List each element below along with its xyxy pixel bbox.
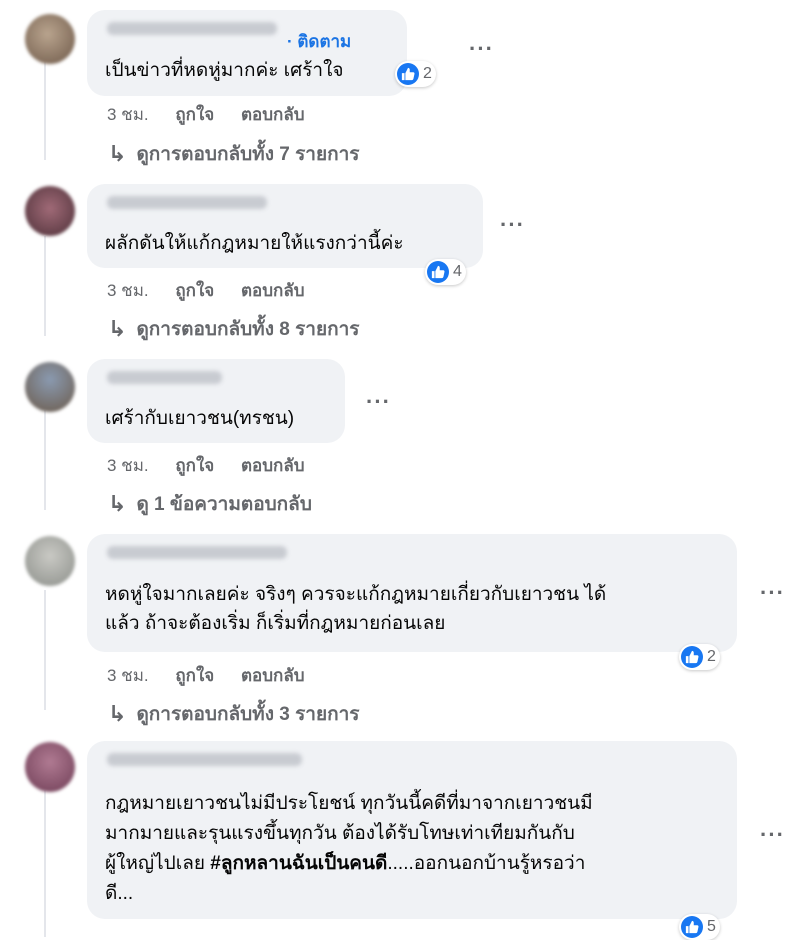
comment-text-line: หดหู่ใจมากเลยค่ะ จริงๆ ควรจะแก้กฎหมายเกี… [105,584,607,605]
author-name-blurred[interactable] [107,753,302,766]
thread-line [44,236,46,336]
reply-button[interactable]: ตอบกลับ [241,456,305,475]
comment-time[interactable]: 3 ชม. [107,105,149,124]
thread-line [44,590,46,710]
reply-arrow-icon: ↳ [108,141,127,166]
thread-line [44,410,46,510]
author-name-blurred[interactable] [107,546,287,559]
reaction-count: 2 [423,65,432,82]
comment-text: ผลักดันให้แก้กฎหมายให้แรงกว่านี้ค่ะ [105,233,404,254]
follow-link[interactable]: · ติดตาม [287,28,351,55]
avatar[interactable] [25,362,75,412]
view-replies-link[interactable]: ↳ ดูการตอบกลับทั้ง 3 รายการ [108,699,359,729]
comment-actions: 3 ชม. ถูกใจ ตอบกลับ [107,101,327,128]
reply-button[interactable]: ตอบกลับ [241,666,305,685]
like-button[interactable]: ถูกใจ [175,281,214,300]
reaction-count: 4 [453,263,462,280]
more-options-button[interactable]: ··· [500,212,525,238]
comment-text-line: มากมายและรุนแรงขึ้นทุกวัน ต้องได้รับโทษเ… [105,823,575,844]
thread-line [44,790,46,937]
like-button[interactable]: ถูกใจ [175,105,214,124]
author-name-blurred[interactable] [107,371,222,384]
comment-actions: 3 ชม. ถูกใจ ตอบกลับ [107,662,327,689]
view-replies-label: ดูการตอบกลับทั้ง 8 รายการ [136,319,360,340]
comment-time[interactable]: 3 ชม. [107,666,149,685]
avatar[interactable] [25,536,75,586]
reaction-badge[interactable]: 5 [679,914,720,940]
comment-text-part: .....ออกนอกบ้านรู้หรอว่า [387,853,586,874]
more-options-button[interactable]: ··· [760,822,785,848]
reply-arrow-icon: ↳ [108,316,127,341]
like-icon [681,646,703,668]
comment-text-line: ผู้ใหญ่ไปเลย #ลูกหลานฉันเป็นคนดี.....ออก… [105,850,585,877]
view-replies-link[interactable]: ↳ ดูการตอบกลับทั้ง 7 รายการ [108,139,359,169]
like-button[interactable]: ถูกใจ [175,666,214,685]
avatar[interactable] [25,14,75,64]
comment-actions: 3 ชม. ถูกใจ ตอบกลับ [107,452,327,479]
comment-bubble: ผลักดันให้แก้กฎหมายให้แรงกว่านี้ค่ะ [87,184,483,268]
reply-button[interactable]: ตอบกลับ [241,281,305,300]
like-icon [681,916,703,938]
reply-button[interactable]: ตอบกลับ [241,105,305,124]
reaction-count: 2 [707,648,716,665]
comment-bubble: หดหู่ใจมากเลยค่ะ จริงๆ ควรจะแก้กฎหมายเกี… [87,534,737,652]
avatar[interactable] [25,742,75,792]
more-options-button[interactable]: ··· [366,389,391,415]
comment-time[interactable]: 3 ชม. [107,281,149,300]
comment-time[interactable]: 3 ชม. [107,456,149,475]
comment-text: เศร้ากับเยาวชน(ทรชน) [105,408,295,429]
comment-text-part: ผู้ใหญ่ไปเลย [105,853,211,874]
more-options-button[interactable]: ··· [469,36,494,62]
comment-text-line: ดี... [105,883,134,904]
like-icon [427,261,449,283]
reply-arrow-icon: ↳ [108,491,127,516]
like-icon [397,63,419,85]
author-name-blurred[interactable] [107,196,267,209]
comment-text-line: แล้ว ถ้าจะต้องเริ่ม ก็เริ่มที่กฎหมายก่อน… [105,613,446,634]
view-replies-link[interactable]: ↳ ดู 1 ข้อความตอบกลับ [108,489,312,519]
comment-bubble: กฎหมายเยาวชนไม่มีประโยชน์ ทุกวันนี้คดีที… [87,741,737,919]
comment-text: เป็นข่าวที่หดหู่มากค่ะ เศร้าใจ [105,60,344,81]
thread-line [44,60,46,160]
reply-arrow-icon: ↳ [108,701,127,726]
avatar[interactable] [25,186,75,236]
view-replies-label: ดูการตอบกลับทั้ง 3 รายการ [136,704,360,725]
reaction-count: 5 [707,918,716,935]
view-replies-label: ดู 1 ข้อความตอบกลับ [136,494,312,515]
reaction-badge[interactable]: 4 [425,259,466,285]
comment-bubble: เศร้ากับเยาวชน(ทรชน) [87,359,345,443]
comment-actions: 3 ชม. ถูกใจ ตอบกลับ [107,277,327,304]
hashtag-link[interactable]: #ลูกหลานฉันเป็นคนดี [210,853,387,874]
comment-text-line: กฎหมายเยาวชนไม่มีประโยชน์ ทุกวันนี้คดีที… [105,793,593,814]
author-name-blurred[interactable] [107,22,277,35]
reaction-badge[interactable]: 2 [679,644,720,670]
comment-bubble: · ติดตาม เป็นข่าวที่หดหู่มากค่ะ เศร้าใจ [87,10,407,96]
view-replies-label: ดูการตอบกลับทั้ง 7 รายการ [136,144,360,165]
like-button[interactable]: ถูกใจ [175,456,214,475]
view-replies-link[interactable]: ↳ ดูการตอบกลับทั้ง 8 รายการ [108,314,359,344]
more-options-button[interactable]: ··· [760,580,785,606]
reaction-badge[interactable]: 2 [395,61,436,87]
